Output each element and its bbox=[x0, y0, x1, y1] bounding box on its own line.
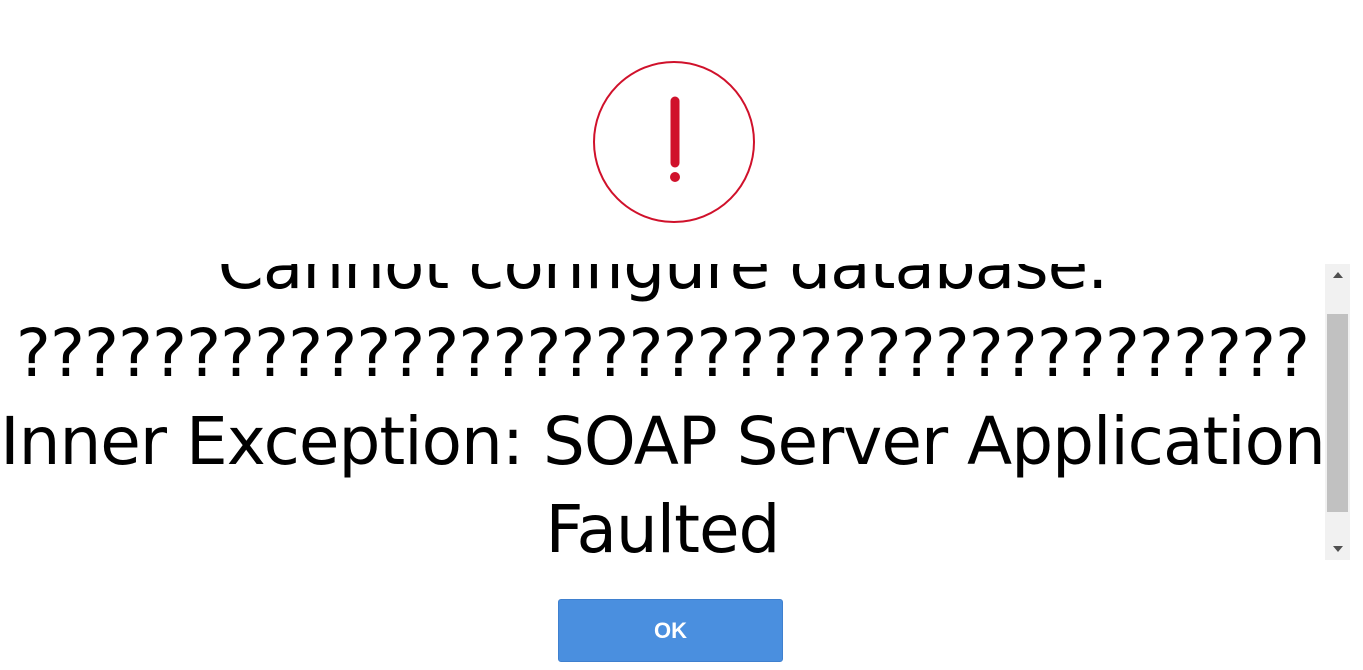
error-message: Cannot configure database. ?????????????… bbox=[0, 264, 1325, 560]
message-line: ?????????????????????????????????????? bbox=[15, 315, 1310, 392]
scroll-down-arrow-icon[interactable] bbox=[1325, 538, 1350, 560]
error-alert-icon bbox=[593, 61, 755, 223]
scroll-up-arrow-icon[interactable] bbox=[1325, 264, 1350, 286]
ok-button-label: OK bbox=[654, 617, 687, 643]
exclamation-icon bbox=[670, 96, 680, 182]
scroll-thumb[interactable] bbox=[1327, 314, 1348, 512]
message-scrollbar[interactable] bbox=[1325, 264, 1350, 560]
message-line: Cannot configure database. bbox=[217, 264, 1108, 304]
error-dialog: Cannot configure database. ?????????????… bbox=[0, 0, 1363, 670]
error-message-area[interactable]: Cannot configure database. ?????????????… bbox=[0, 264, 1325, 560]
ok-button[interactable]: OK bbox=[558, 599, 783, 662]
message-line: Faulted bbox=[545, 491, 781, 560]
message-line: Inner Exception: SOAP Server Application bbox=[0, 403, 1325, 480]
